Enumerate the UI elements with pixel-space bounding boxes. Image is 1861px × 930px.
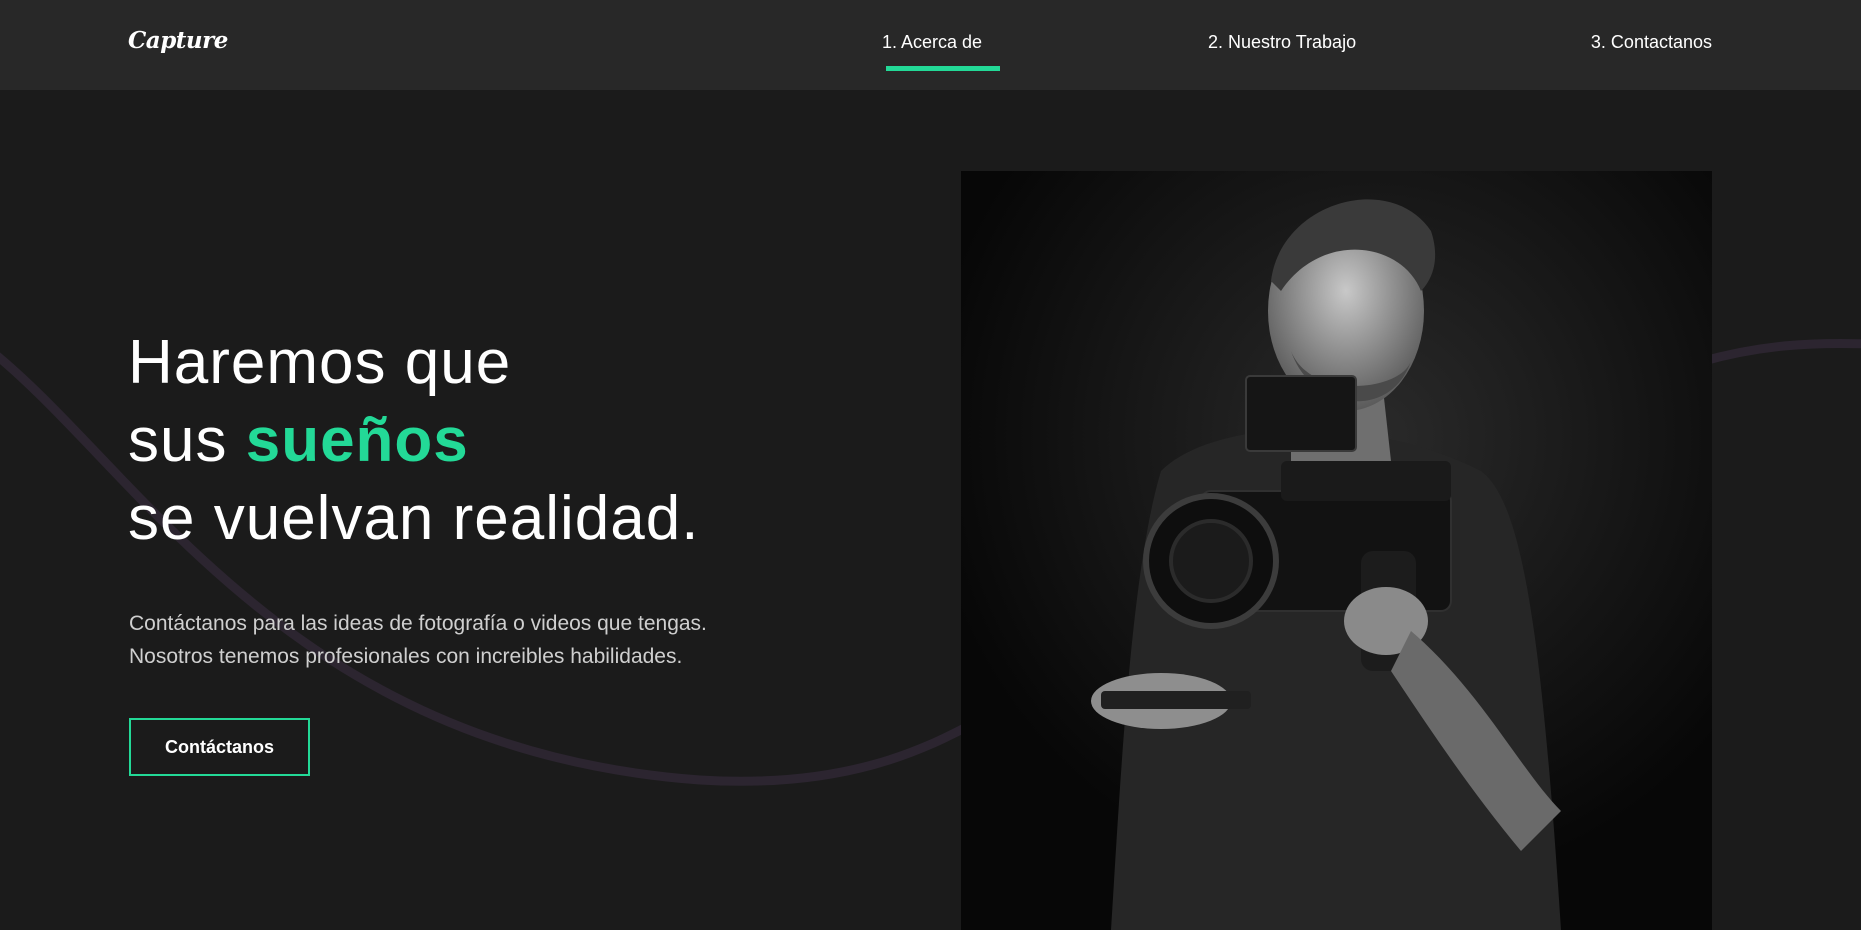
hero-title: Haremos que sus sueños se vuelvan realid…: [128, 324, 699, 558]
contact-button[interactable]: Contáctanos: [129, 718, 310, 776]
navbar: Capture 1. Acerca de 2. Nuestro Trabajo …: [0, 0, 1861, 90]
hero-description-line-2: Nosotros tenemos profesionales con incre…: [129, 645, 683, 668]
nav-link-about[interactable]: 1. Acerca de: [882, 32, 982, 53]
hero-title-prefix: sus: [128, 406, 246, 475]
active-nav-indicator: [886, 66, 1000, 71]
logo[interactable]: Capture: [128, 27, 228, 54]
hero-title-line-3: se vuelvan realidad.: [128, 484, 700, 553]
hero-title-accent: sueños: [245, 406, 469, 475]
videographer-photo-icon: [961, 171, 1712, 930]
nav-link-contact[interactable]: 3. Contactanos: [1591, 32, 1712, 53]
hero-title-line-2: sus sueños: [128, 402, 699, 480]
hero-description: Contáctanos para las ideas de fotografía…: [129, 607, 707, 673]
hero-image: [961, 171, 1712, 930]
hero-description-line-1: Contáctanos para las ideas de fotografía…: [129, 612, 707, 635]
nav-link-work[interactable]: 2. Nuestro Trabajo: [1208, 32, 1356, 53]
hero-title-line-1: Haremos que: [128, 328, 512, 397]
